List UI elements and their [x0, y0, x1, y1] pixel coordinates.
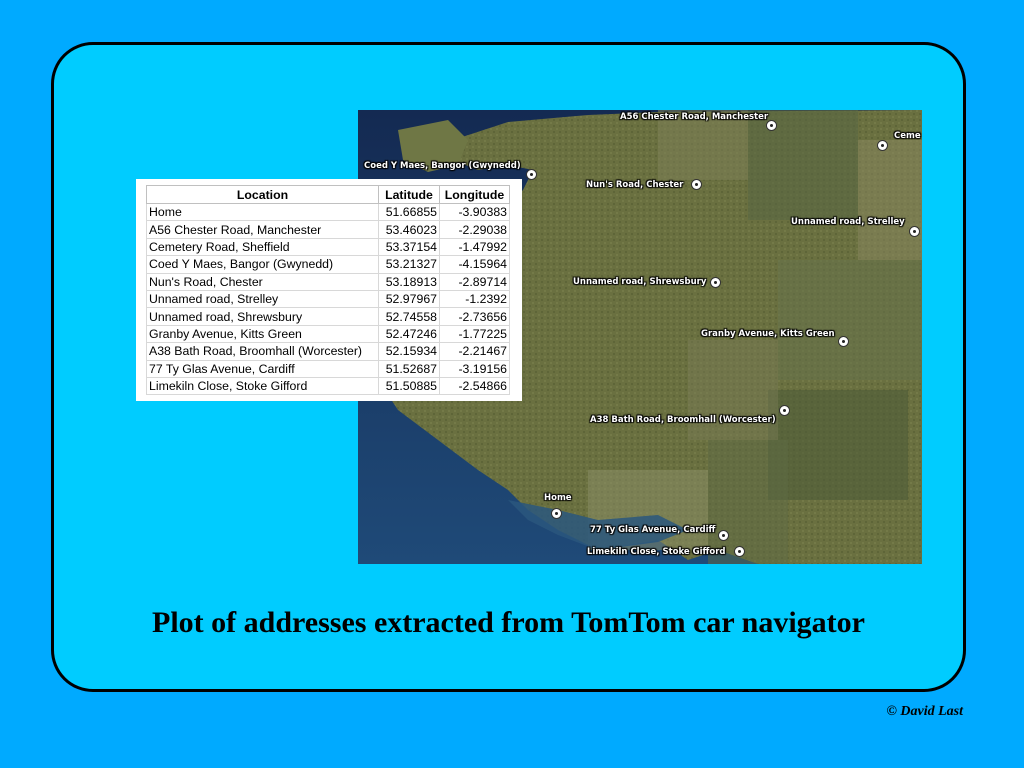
cell-location: A38 Bath Road, Broomhall (Worcester) — [146, 342, 379, 361]
cell-location: Granby Avenue, Kitts Green — [146, 324, 379, 344]
table-row: A38 Bath Road, Broomhall (Worcester) 52.1… — [146, 342, 510, 361]
map-marker-icon[interactable] — [838, 336, 849, 347]
cell-latitude: 52.97967 — [378, 289, 440, 309]
cell-longitude: -4.15964 — [439, 255, 510, 274]
cell-longitude: -2.54866 — [439, 376, 510, 396]
table-row: Unnamed road, Shrewsbury 52.74558 -2.73656 — [146, 307, 510, 326]
map-marker-icon[interactable] — [526, 169, 537, 180]
table-row: 77 Ty Glas Avenue, Cardiff 51.52687 -3.191… — [146, 359, 510, 378]
table-row: Limekiln Close, Stoke Gifford 51.50885 -2.… — [146, 376, 510, 396]
cell-latitude: 51.66855 — [378, 202, 440, 222]
cell-latitude: 53.37154 — [378, 237, 440, 257]
cell-longitude: -2.89714 — [439, 272, 510, 291]
cell-longitude: -3.19156 — [439, 359, 510, 378]
table-row: Granby Avenue, Kitts Green 52.47246 -1.772… — [146, 324, 510, 344]
cell-location: Nun's Road, Chester — [146, 272, 379, 291]
cell-location: Limekiln Close, Stoke Gifford — [146, 376, 379, 396]
cell-longitude: -1.47992 — [439, 237, 510, 257]
map-marker-label: A38 Bath Road, Broomhall (Worcester) — [590, 415, 776, 425]
cell-latitude: 53.46023 — [378, 220, 440, 239]
table-row: Cemetery Road, Sheffield 53.37154 -1.47992 — [146, 237, 510, 257]
cell-latitude: 53.18913 — [378, 272, 440, 291]
map-marker-icon[interactable] — [734, 546, 745, 557]
map-marker-label: Limekiln Close, Stoke Gifford — [587, 547, 726, 557]
cell-longitude: -3.90383 — [439, 202, 510, 222]
cell-latitude: 51.52687 — [378, 359, 440, 378]
map-marker-label: Unnamed road, Strelley — [791, 217, 905, 227]
map-marker-icon[interactable] — [551, 508, 562, 519]
map-marker-icon[interactable] — [779, 405, 790, 416]
cell-location: 77 Ty Glas Avenue, Cardiff — [146, 359, 379, 378]
cell-latitude: 53.21327 — [378, 255, 440, 274]
cell-location: Home — [146, 202, 379, 222]
map-marker-icon[interactable] — [909, 226, 920, 237]
table-row: Unnamed road, Strelley 52.97967 -1.2392 — [146, 289, 510, 309]
table-row: Coed Y Maes, Bangor (Gwynedd) 53.21327 -4.… — [146, 255, 510, 274]
header-latitude: Latitude — [378, 185, 440, 204]
slide-caption: Plot of addresses extracted from TomTom … — [152, 606, 865, 639]
header-location: Location — [146, 185, 379, 204]
cell-longitude: -2.21467 — [439, 342, 510, 361]
cell-latitude: 52.47246 — [378, 324, 440, 344]
map-marker-label: Unnamed road, Shrewsbury — [573, 277, 707, 287]
cell-longitude: -2.29038 — [439, 220, 510, 239]
map-marker-label: 77 Ty Glas Avenue, Cardiff — [590, 525, 716, 535]
table-row: Home 51.66855 -3.90383 — [146, 202, 510, 222]
map-marker-icon[interactable] — [718, 530, 729, 541]
cell-latitude: 52.74558 — [378, 307, 440, 326]
cell-latitude: 52.15934 — [378, 342, 440, 361]
cell-location: Unnamed road, Shrewsbury — [146, 307, 379, 326]
cell-location: Unnamed road, Strelley — [146, 289, 379, 309]
header-longitude: Longitude — [439, 185, 510, 204]
map-marker-icon[interactable] — [691, 179, 702, 190]
map-marker-icon[interactable] — [766, 120, 777, 131]
table-row: A56 Chester Road, Manchester 53.46023 -2.2… — [146, 220, 510, 239]
location-table-card: Location Latitude Longitude Home 51.66855… — [136, 179, 522, 401]
map-marker-icon[interactable] — [877, 140, 888, 151]
location-table: Location Latitude Longitude Home 51.66855… — [146, 185, 510, 396]
map-marker-label: Ceme — [894, 131, 921, 141]
cell-location: Coed Y Maes, Bangor (Gwynedd) — [146, 255, 379, 274]
cell-longitude: -2.73656 — [439, 307, 510, 326]
table-row: Nun's Road, Chester 53.18913 -2.89714 — [146, 272, 510, 291]
cell-longitude: -1.77225 — [439, 324, 510, 344]
map-marker-label: Home — [544, 493, 572, 503]
map-marker-label: Nun's Road, Chester — [586, 180, 684, 190]
table-header-row: Location Latitude Longitude — [146, 185, 510, 204]
map-marker-label: Granby Avenue, Kitts Green — [701, 329, 835, 339]
cell-location: A56 Chester Road, Manchester — [146, 220, 379, 239]
map-marker-icon[interactable] — [710, 277, 721, 288]
copyright-notice: © David Last — [886, 704, 963, 719]
cell-longitude: -1.2392 — [439, 289, 510, 309]
cell-location: Cemetery Road, Sheffield — [146, 237, 379, 257]
map-marker-label: A56 Chester Road, Manchester — [620, 112, 769, 122]
map-marker-label: Coed Y Maes, Bangor (Gwynedd) — [364, 161, 521, 171]
cell-latitude: 51.50885 — [378, 376, 440, 396]
